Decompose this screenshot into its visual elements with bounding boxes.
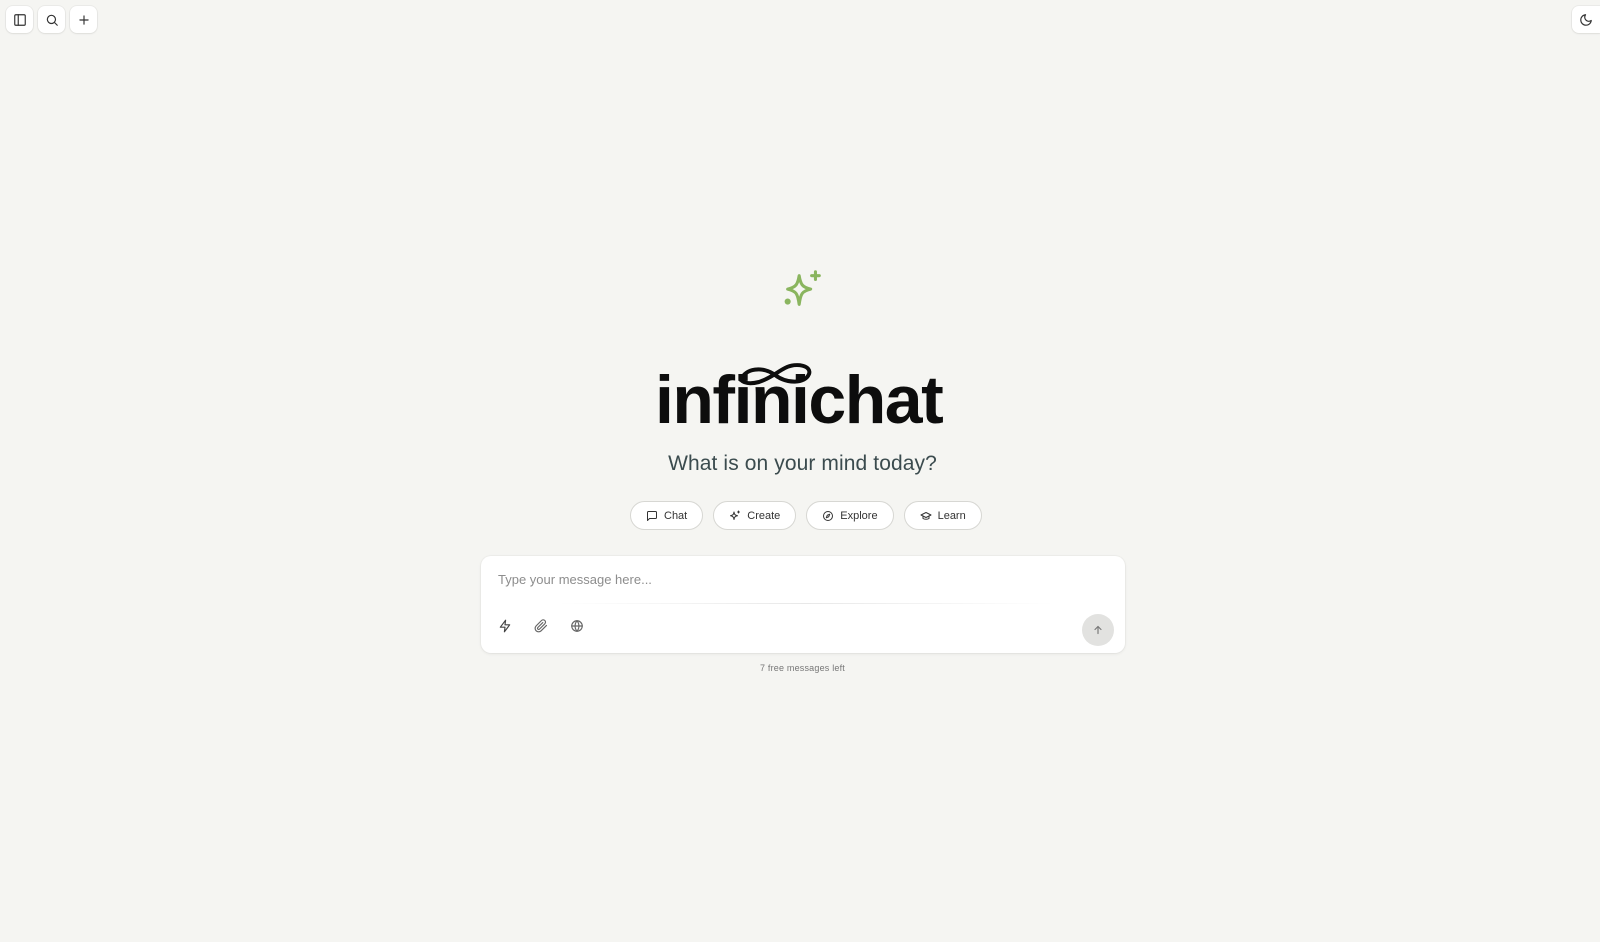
mode-chips: Chat Create Explore Learn [630,501,982,530]
search-icon [46,14,58,26]
arrow-up-icon [1094,625,1102,635]
zap-icon [499,619,511,633]
chip-create[interactable]: Create [713,501,797,530]
chip-label: Chat [664,509,688,522]
sidebar-toggle-icon [13,13,26,26]
globe-icon [571,620,583,632]
composer-divider [556,603,1056,604]
quick-mode-button[interactable] [498,619,512,633]
new-chat-button[interactable] [70,6,97,33]
logo: infinichat [655,362,947,438]
chip-label: Explore [840,509,878,522]
sparkle-icon [784,270,821,306]
chip-explore[interactable]: Explore [806,501,894,530]
search-button[interactable] [38,6,65,33]
sidebar-toggle-button[interactable] [6,6,33,33]
top-toolbar [6,6,97,33]
sparkles-icon [730,510,741,520]
chip-label: Learn [937,509,966,522]
theme-toggle-button[interactable] [1572,6,1600,33]
paperclip-icon [534,619,548,633]
message-square-icon [647,510,657,521]
chip-chat[interactable]: Chat [630,501,704,530]
message-composer [481,556,1125,653]
moon-icon [1580,13,1592,26]
free-messages-counter: 7 free messages left [759,663,846,673]
top-right-toolbar [1572,6,1600,33]
composer-tools [498,619,584,633]
logo-text: infinichat [655,362,944,438]
compass-icon [823,510,834,521]
plus-icon [78,14,89,25]
web-search-button[interactable] [570,619,584,633]
message-input[interactable] [498,572,1098,587]
chip-learn[interactable]: Learn [903,501,982,530]
attach-button[interactable] [534,619,548,633]
page: infinichat What is on your mind today? C… [0,0,1600,942]
chip-label: Create [747,509,781,522]
tagline: What is on your mind today? [668,452,937,475]
send-button[interactable] [1082,614,1114,646]
graduation-cap-icon [920,511,932,520]
